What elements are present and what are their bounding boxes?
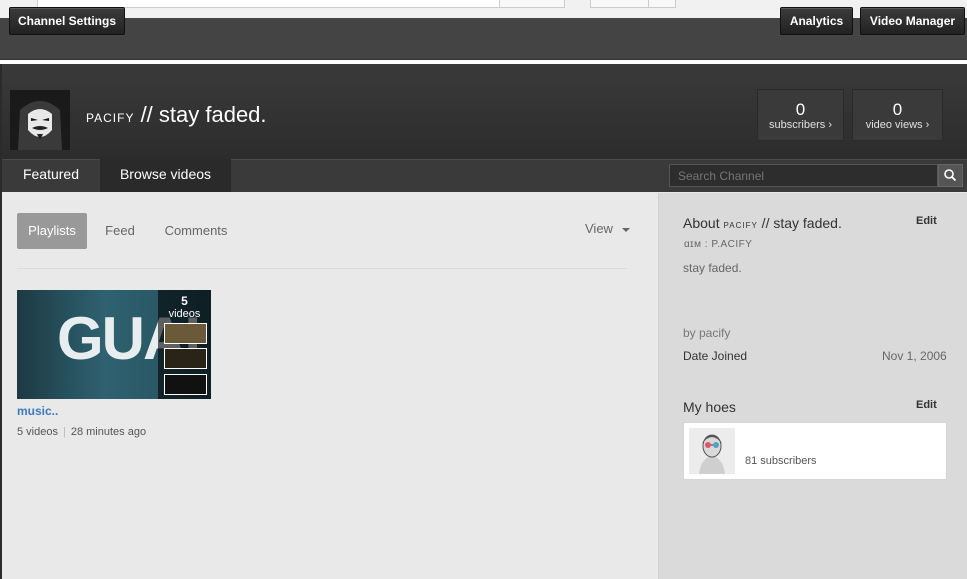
divider <box>17 268 627 269</box>
tab-browse-videos[interactable]: Browse videos <box>100 159 231 192</box>
subtab-playlists[interactable]: Playlists <box>17 213 87 249</box>
channel-avatar[interactable] <box>10 90 70 150</box>
featured-channel-subscribers: 81 subscribers <box>745 455 817 467</box>
video-manager-button[interactable]: Video Manager <box>860 7 965 35</box>
upload-button[interactable] <box>590 0 676 8</box>
about-description: stay faded. <box>683 261 742 275</box>
channel-owner-line: by pacify <box>683 326 731 340</box>
subscribers-stat[interactable]: 0 subscribers › <box>757 89 844 141</box>
playlist-mini-thumb <box>164 374 207 395</box>
channel-search-button[interactable] <box>938 164 963 187</box>
analytics-button[interactable]: Analytics <box>780 7 853 35</box>
video-views-stat[interactable]: 0 video views › <box>852 89 943 141</box>
sidebar <box>658 193 967 579</box>
featured-channel-avatar[interactable] <box>689 428 735 474</box>
channel-settings-button[interactable]: Channel Settings <box>9 7 125 35</box>
site-search-button[interactable] <box>499 0 565 8</box>
chevron-down-icon <box>622 228 630 232</box>
about-handle: ɑɪᴍ : P.ACIFY <box>684 239 753 250</box>
featured-channels-edit-link[interactable]: Edit <box>916 399 937 411</box>
channel-search-input[interactable] <box>669 164 938 187</box>
date-joined-value: Nov 1, 2006 <box>882 349 947 363</box>
playlist-count: 5 videos <box>168 294 201 321</box>
view-dropdown[interactable]: View <box>585 221 613 236</box>
playlist-meta: 5 videos | 28 minutes ago <box>17 426 147 438</box>
date-joined-label: Date Joined <box>683 349 748 363</box>
search-icon <box>944 169 957 182</box>
subtab-feed[interactable]: Feed <box>98 213 142 249</box>
subtab-comments[interactable]: Comments <box>160 213 232 249</box>
playlist-mini-thumb <box>164 323 207 344</box>
about-edit-link[interactable]: Edit <box>916 215 937 227</box>
about-title: About pacify // stay faded. <box>683 215 842 231</box>
playlist-thumbnail[interactable]: GUAI 5 videos <box>17 290 211 399</box>
featured-channels-title: My hoes <box>683 399 736 415</box>
playlist-mini-thumb <box>164 348 207 369</box>
playlist-title-link[interactable]: music.. <box>17 404 58 418</box>
channel-title: pacify // stay faded. <box>86 102 267 127</box>
tab-featured[interactable]: Featured <box>2 159 100 192</box>
